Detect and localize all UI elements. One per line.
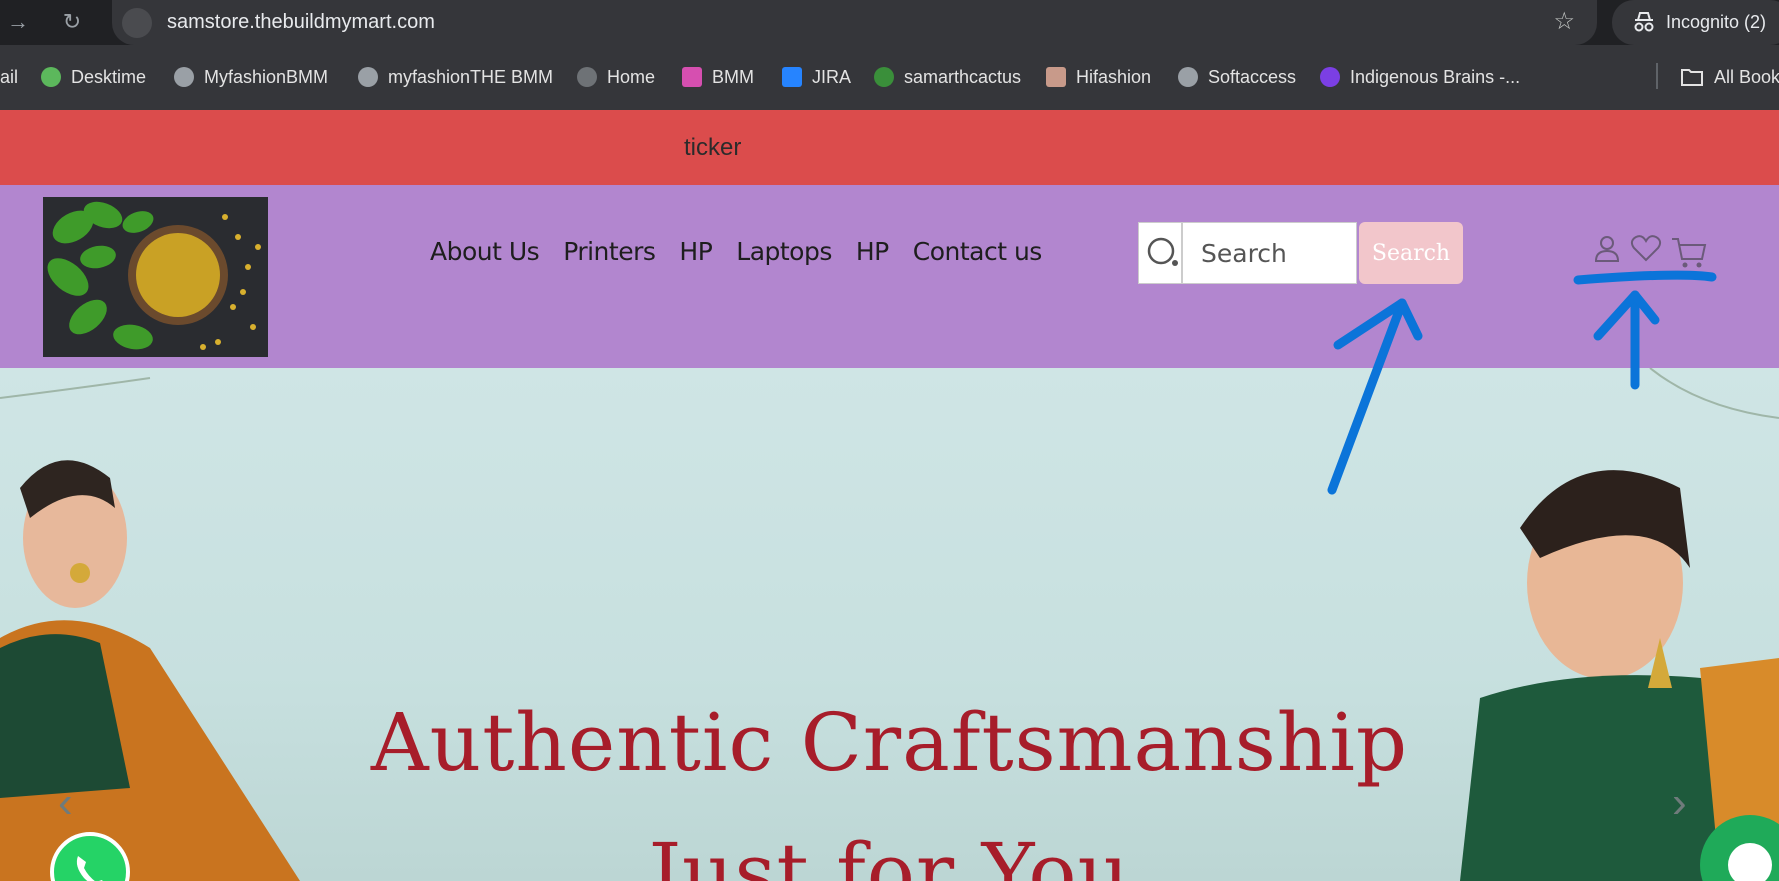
whatsapp-icon[interactable] xyxy=(50,832,130,881)
bookmark-myfashionbmm[interactable]: MyfashionBMM xyxy=(174,65,328,89)
bookmark-label: MyfashionBMM xyxy=(204,67,329,87)
all-bookmarks[interactable]: All Book xyxy=(1680,65,1779,89)
cactus-icon xyxy=(874,67,894,87)
bookmark-desktime[interactable]: Desktime xyxy=(41,65,146,89)
ticker-bar: ticker xyxy=(0,110,1779,185)
bookmark-label: Hifashion xyxy=(1076,67,1152,87)
bookmark-label: JIRA xyxy=(812,67,852,87)
hero-title-line1: Authentic Craftsmanship xyxy=(370,696,1409,789)
site-logo[interactable] xyxy=(43,197,268,357)
bookmark-label: myfashionTHE BMM xyxy=(388,67,554,87)
bookmark-label: Softaccess xyxy=(1208,67,1297,87)
carousel-prev-icon[interactable]: ‹ xyxy=(58,778,73,828)
bookmark-star-icon[interactable]: ☆ xyxy=(1553,7,1575,36)
browser-address-bar: → ↻ samstore.thebuildmymart.com ☆ Incogn… xyxy=(0,0,1779,45)
heart-icon[interactable] xyxy=(1630,233,1662,263)
bookmark-label: ail xyxy=(0,67,19,87)
indigenous-icon xyxy=(1320,67,1340,87)
incognito-icon xyxy=(1634,12,1654,32)
incognito-button[interactable]: Incognito (2) xyxy=(1612,0,1779,45)
bookmark-samarthcactus[interactable]: samarthcactus xyxy=(874,65,1021,89)
forward-icon[interactable]: → xyxy=(4,8,32,36)
bookmark-softaccess[interactable]: Softaccess xyxy=(1178,65,1296,89)
site-settings-icon[interactable] xyxy=(122,8,152,38)
jira-icon xyxy=(782,67,802,87)
globe-icon xyxy=(1178,67,1198,87)
hero-title-line2: Just for You xyxy=(648,826,1131,881)
bookmark-indigenous-brains[interactable]: Indigenous Brains -... xyxy=(1320,65,1520,89)
globe-icon xyxy=(174,67,194,87)
carousel-next-icon[interactable]: › xyxy=(1672,778,1687,828)
bookmark-label: BMM xyxy=(712,67,754,87)
bookmark-label: Desktime xyxy=(71,67,147,87)
main-nav: About Us Printers HP Laptops HP Contact … xyxy=(430,237,1042,266)
nav-hp-2[interactable]: HP xyxy=(856,237,889,266)
nav-printers[interactable]: Printers xyxy=(563,237,656,266)
bookmark-label: Indigenous Brains -... xyxy=(1350,67,1521,87)
incognito-label: Incognito (2) xyxy=(1666,12,1767,32)
search-form: Search xyxy=(1138,222,1463,284)
hero-model-left xyxy=(0,460,300,881)
bookmark-mail[interactable]: ail xyxy=(0,65,18,89)
nav-hp[interactable]: HP xyxy=(679,237,712,266)
reload-icon[interactable]: ↻ xyxy=(58,8,86,36)
hero-branches xyxy=(0,368,1779,419)
bookmarks-bar: ail Desktime MyfashionBMM myfashionTHE B… xyxy=(0,45,1779,110)
url-text[interactable]: samstore.thebuildmymart.com xyxy=(167,11,435,34)
search-input[interactable] xyxy=(1182,222,1357,284)
nav-about-us[interactable]: About Us xyxy=(430,237,540,266)
bookmark-hifashion[interactable]: Hifashion xyxy=(1046,65,1151,89)
nav-contact-us[interactable]: Contact us xyxy=(913,237,1043,266)
globe-icon xyxy=(358,67,378,87)
bookmark-bmm[interactable]: BMM xyxy=(682,65,754,89)
bookmark-jira[interactable]: JIRA xyxy=(782,65,851,89)
hero-banner: Authentic Craftsmanship Just for You ‹ › xyxy=(0,368,1779,881)
cart-icon[interactable] xyxy=(1670,233,1708,271)
search-icon xyxy=(1138,222,1182,284)
bookmark-home[interactable]: Home xyxy=(577,65,655,89)
bookmark-myfashionthebmm[interactable]: myfashionTHE BMM xyxy=(358,65,553,89)
hifashion-icon xyxy=(1046,67,1066,87)
search-button[interactable]: Search xyxy=(1359,222,1463,284)
bmm-icon xyxy=(682,67,702,87)
folder-icon xyxy=(1681,69,1703,86)
hero-image xyxy=(0,368,1779,881)
bookmark-divider xyxy=(1656,63,1658,89)
user-icon[interactable] xyxy=(1592,233,1622,263)
bookmark-label: samarthcactus xyxy=(904,67,1022,87)
url-bar[interactable]: samstore.thebuildmymart.com ☆ xyxy=(112,0,1597,45)
site-header: About Us Printers HP Laptops HP Contact … xyxy=(0,185,1779,368)
chat-bubble-icon[interactable] xyxy=(1700,815,1779,881)
nav-laptops[interactable]: Laptops xyxy=(736,237,832,266)
header-icons xyxy=(1592,233,1708,271)
bookmark-label: Home xyxy=(607,67,656,87)
all-bookmarks-label: All Book xyxy=(1714,67,1779,87)
globe-icon xyxy=(577,67,597,87)
logo-image xyxy=(43,197,268,357)
desktime-icon xyxy=(41,67,61,87)
ticker-text: ticker xyxy=(684,134,742,161)
